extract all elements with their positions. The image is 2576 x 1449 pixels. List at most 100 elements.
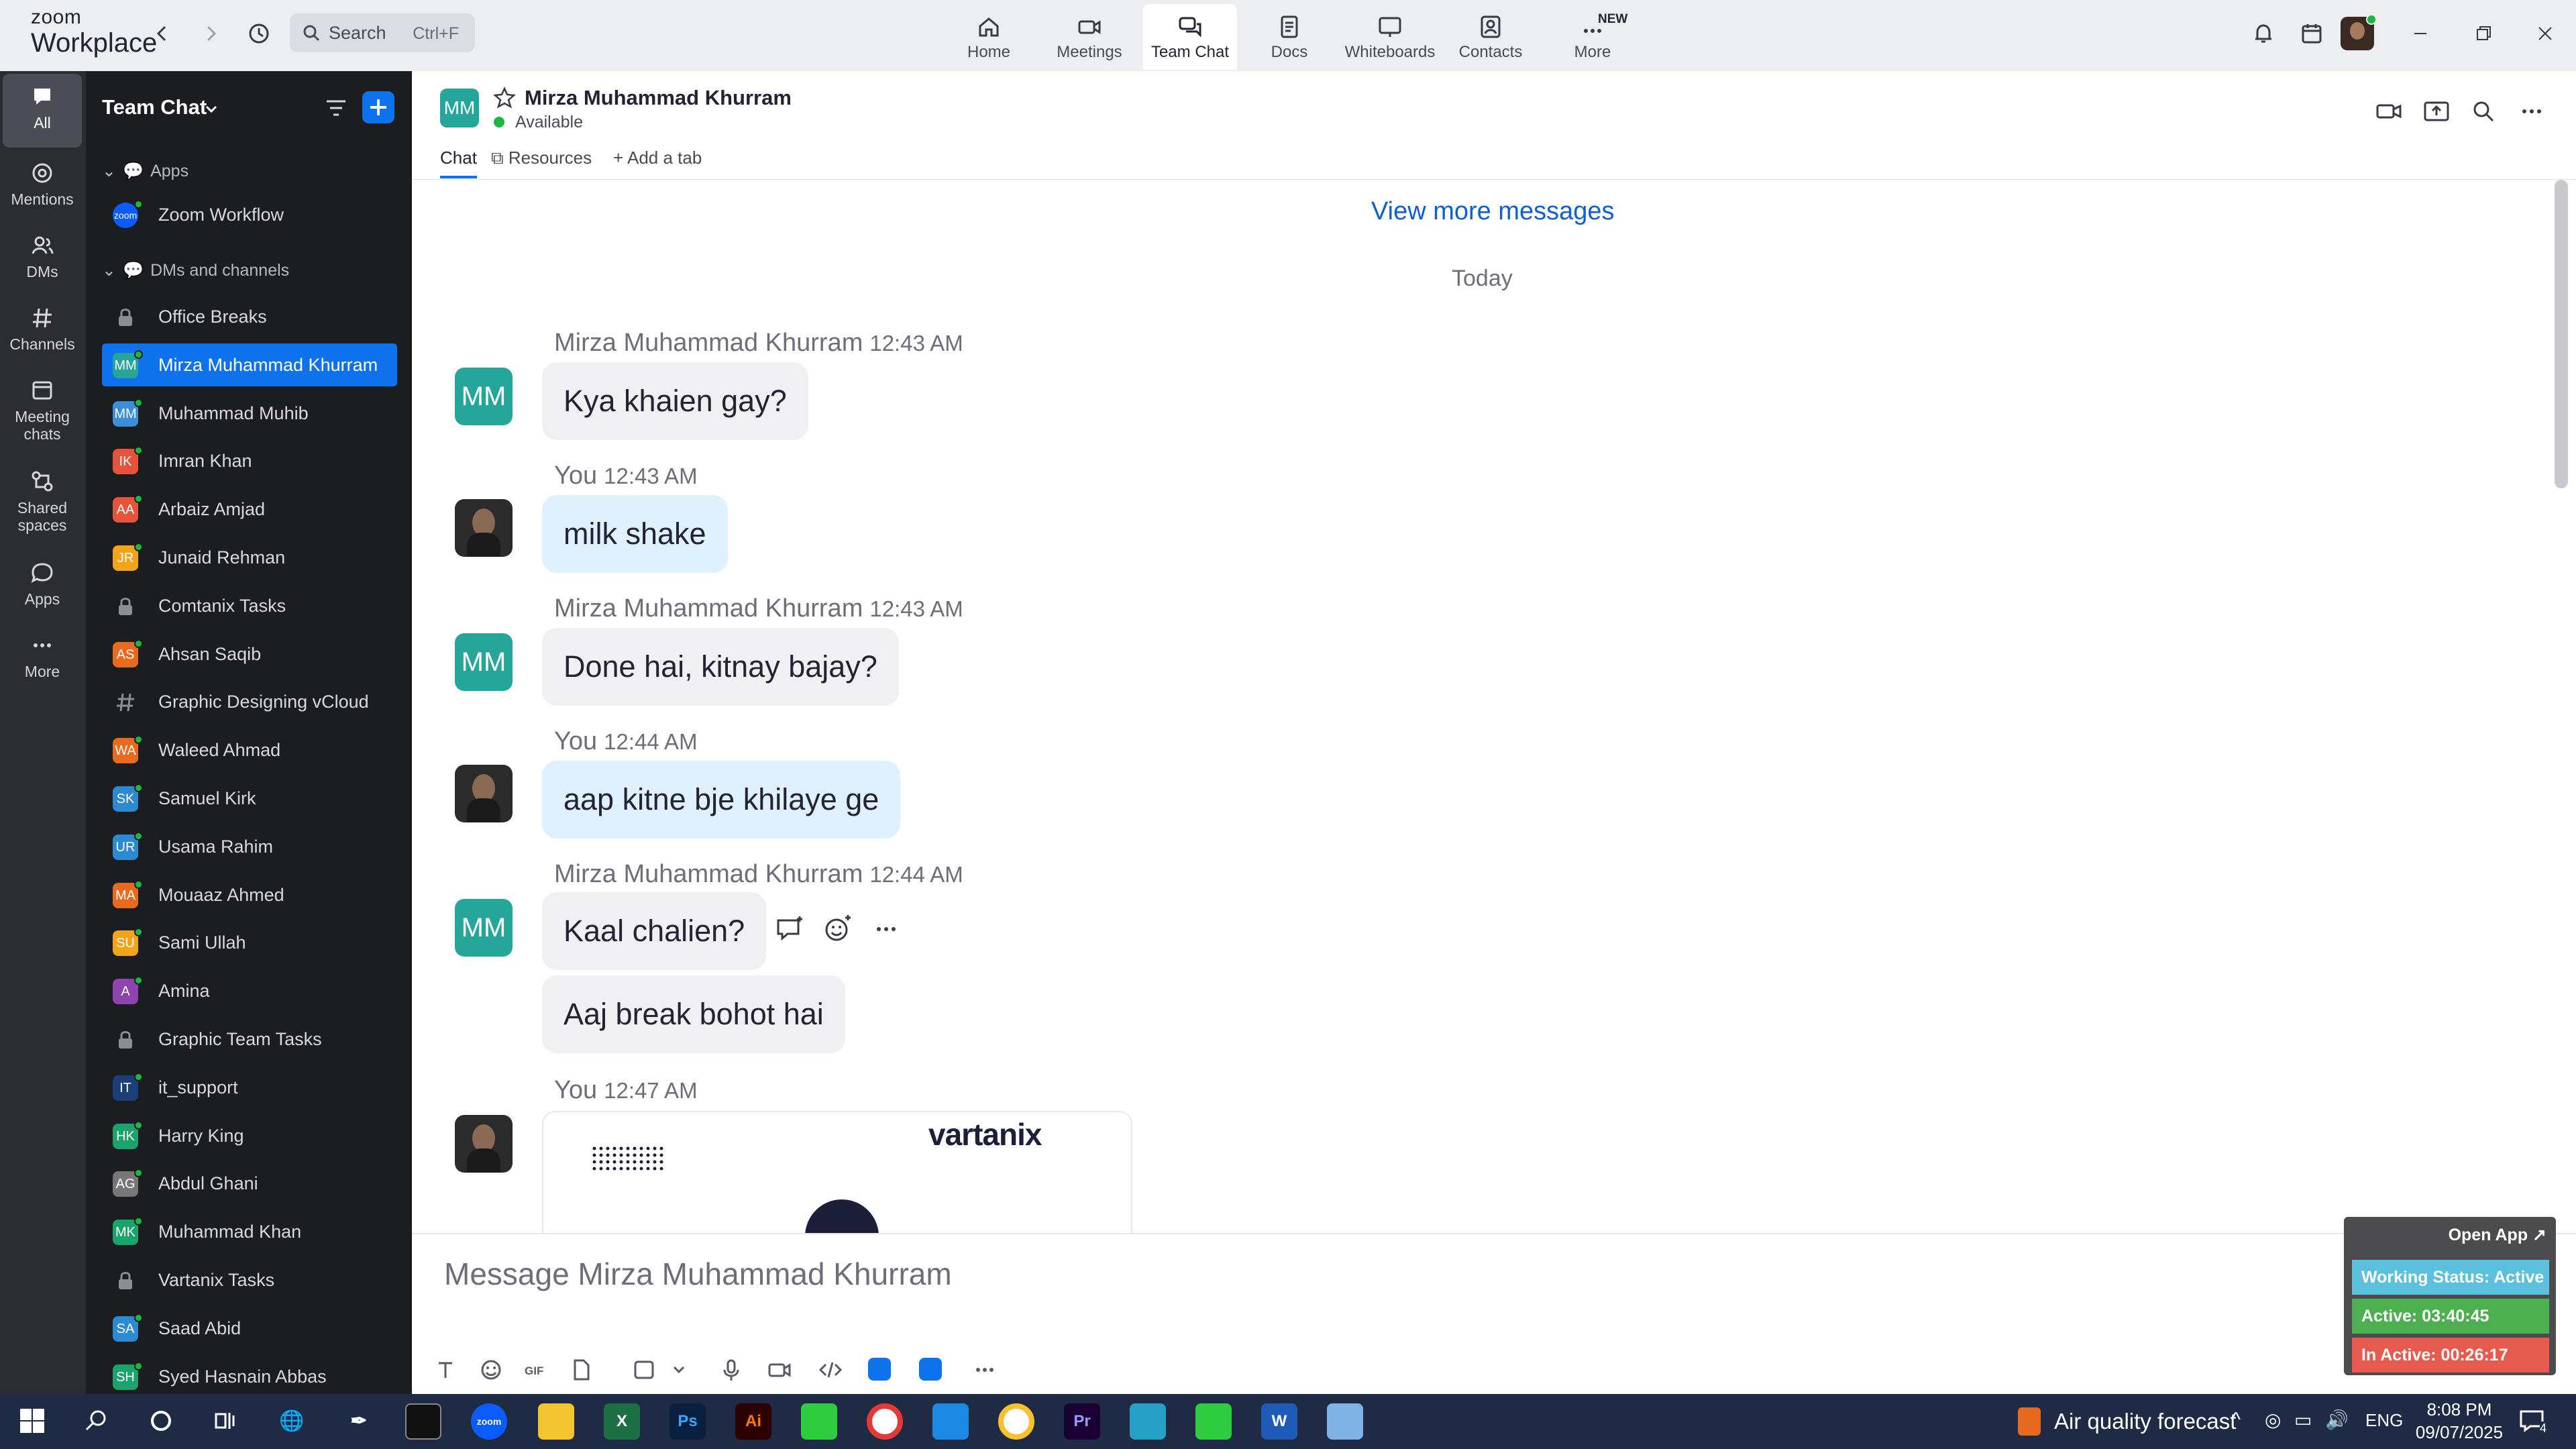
screenshot-icon[interactable] [631,1356,657,1383]
search-icon[interactable] [2469,97,2498,126]
minimize-icon[interactable] [2402,15,2439,52]
sidebar-item-amina[interactable]: A Amina [102,969,397,1012]
notes-app-icon[interactable] [1327,1403,1363,1440]
clock-time[interactable]: 8:08 PM [2419,1399,2500,1420]
cortana-icon[interactable] [148,1407,174,1434]
avatar[interactable]: MM [440,89,479,127]
code-snippet-icon[interactable] [817,1356,844,1383]
sidebar-item-harry-king[interactable]: HK Harry King [102,1114,397,1157]
file-explorer-icon[interactable] [538,1403,574,1440]
chevron-up-icon[interactable]: ^ [2231,1409,2241,1432]
volume-icon[interactable]: 🔊 [2325,1409,2349,1431]
rail-item-mentions[interactable]: Mentions [3,150,82,223]
task-view-icon[interactable] [212,1407,239,1434]
microphone-icon[interactable] [718,1356,745,1383]
tab-chat[interactable]: Chat [440,148,477,178]
sidebar-item-muhammad-khan[interactable]: MK Muhammad Khan [102,1210,397,1253]
scrollbar-thumb[interactable] [2555,180,2568,488]
avatar[interactable] [455,1115,513,1173]
chat-title[interactable]: Mirza Muhammad Khurram [525,86,792,110]
word-icon[interactable]: W [1261,1403,1297,1440]
rail-item-meeting-chats[interactable]: Meeting chats [3,368,82,459]
zoom-taskbar-icon[interactable]: zoom [471,1403,507,1440]
tray-icon[interactable]: ◎ [2265,1409,2281,1431]
open-app-link[interactable]: Open App ↗ [2449,1225,2546,1245]
calendar-icon[interactable] [2293,15,2330,52]
sidebar-item-ahsan-saqib[interactable]: AS Ahsan Saqib [102,633,397,676]
message-more-icon[interactable] [869,912,903,946]
search-input[interactable]: Search Ctrl+F [290,13,475,52]
restore-icon[interactable] [2465,15,2502,52]
message-bubble[interactable]: Kya khaien gay? [542,362,808,440]
back-arrow-icon[interactable] [144,15,181,52]
language-indicator[interactable]: ENG [2365,1410,2403,1431]
sidebar-item-it-support[interactable]: IT it_support [102,1066,397,1109]
reply-thread-icon[interactable] [773,912,806,946]
rail-item-dms[interactable]: DMs [3,223,82,295]
message-bubble[interactable]: Kaal chalien? [542,892,767,970]
weather-icon[interactable] [2018,1407,2041,1436]
terminal-icon[interactable] [405,1403,441,1440]
sidebar-item-junaid-rehman[interactable]: JR Junaid Rehman [102,536,397,579]
sidebar-item-usama-rahim[interactable]: UR Usama Rahim [102,825,397,868]
clock-date[interactable]: 09/07/2025 [2412,1422,2506,1443]
notification-bell-icon[interactable] [2245,15,2282,52]
image-attachment[interactable]: vartanix [542,1111,1132,1233]
share-screen-icon[interactable] [2422,97,2451,126]
avatar[interactable]: MM [455,899,513,957]
nav-tab-whiteboards[interactable]: Whiteboards [1343,4,1437,70]
nav-tab-meetings[interactable]: Meetings [1042,4,1136,70]
sidebar-item-mirza-muhammad-khurram[interactable]: MM Mirza Muhammad Khurram [102,343,397,386]
star-icon[interactable] [492,86,517,110]
add-reaction-icon[interactable] [821,912,855,946]
rail-item-more[interactable]: More [3,623,82,695]
nav-tab-team-chat[interactable]: Team Chat [1143,4,1237,70]
message-bubble[interactable]: Aaj break bohot hai [542,975,845,1053]
sidebar-item-graphic-team-tasks[interactable]: Graphic Team Tasks [102,1018,397,1061]
green-app-2-icon[interactable] [1195,1403,1232,1440]
rail-item-channels[interactable]: Channels [3,295,82,368]
green-app-icon[interactable] [801,1403,837,1440]
sidebar-item-waleed-ahmad[interactable]: WA Waleed Ahmad [102,729,397,771]
sidebar-item-graphic-designing-vcloud[interactable]: Graphic Designing vCloud [102,680,397,723]
chevron-down-icon[interactable] [665,1356,692,1383]
emoji-icon[interactable] [478,1356,504,1383]
rail-item-all[interactable]: All [3,74,82,148]
notification-center-icon[interactable]: 4 [2517,1406,2546,1436]
sidebar-item-sami-ullah[interactable]: SU Sami Ullah [102,921,397,964]
sidebar-item-saad-abid[interactable]: SA Saad Abid [102,1307,397,1350]
more-tools-icon[interactable] [971,1356,998,1383]
sidebar-item-office-breaks[interactable]: Office Breaks [102,295,397,338]
file-attach-icon[interactable] [568,1356,594,1383]
sidebar-item-abdul-ghani[interactable]: AG Abdul Ghani [102,1162,397,1205]
sidebar-item-zoom-workflow[interactable]: zoom Zoom Workflow [102,193,397,236]
weather-label[interactable]: Air quality forecast [2054,1409,2236,1434]
vscode-icon[interactable] [932,1403,969,1440]
illustrator-icon[interactable]: Ai [735,1403,771,1440]
message-composer[interactable]: Message Mirza Muhammad Khurram GIF [412,1233,2576,1394]
video-message-icon[interactable] [766,1356,793,1383]
tab-add[interactable]: + Add a tab [613,148,702,178]
message-bubble[interactable]: milk shake [542,495,728,573]
section-dms-header[interactable]: ⌄ 💬 DMs and channels [102,260,289,280]
chrome-profile-icon[interactable] [998,1403,1034,1440]
chat-app-icon[interactable] [919,1358,942,1381]
sidebar-item-syed-hasnain-abbas[interactable]: SH Syed Hasnain Abbas [102,1355,397,1394]
tab-resources[interactable]: ⧉ Resources [491,148,592,178]
more-options-icon[interactable] [2517,97,2546,126]
message-bubble[interactable]: Done hai, kitnay bajay? [542,628,899,706]
filter-icon[interactable] [323,95,349,121]
excel-icon[interactable]: X [604,1403,640,1440]
avatar[interactable]: MM [455,368,513,425]
diamond-app-icon[interactable] [1130,1403,1166,1440]
history-icon[interactable] [240,15,278,52]
sidebar-item-samuel-kirk[interactable]: SK Samuel Kirk [102,777,397,820]
premiere-icon[interactable]: Pr [1064,1403,1100,1440]
edge-browser-icon[interactable]: 🌐 [274,1403,310,1440]
video-call-icon[interactable] [2375,97,2404,126]
sidebar-item-comtanix-tasks[interactable]: Comtanix Tasks [102,584,397,627]
gif-icon[interactable]: GIF [522,1356,549,1383]
avatar[interactable] [455,765,513,822]
sidebar-title[interactable]: Team Chat [102,95,207,119]
view-more-link[interactable]: View more messages [1371,197,1615,226]
